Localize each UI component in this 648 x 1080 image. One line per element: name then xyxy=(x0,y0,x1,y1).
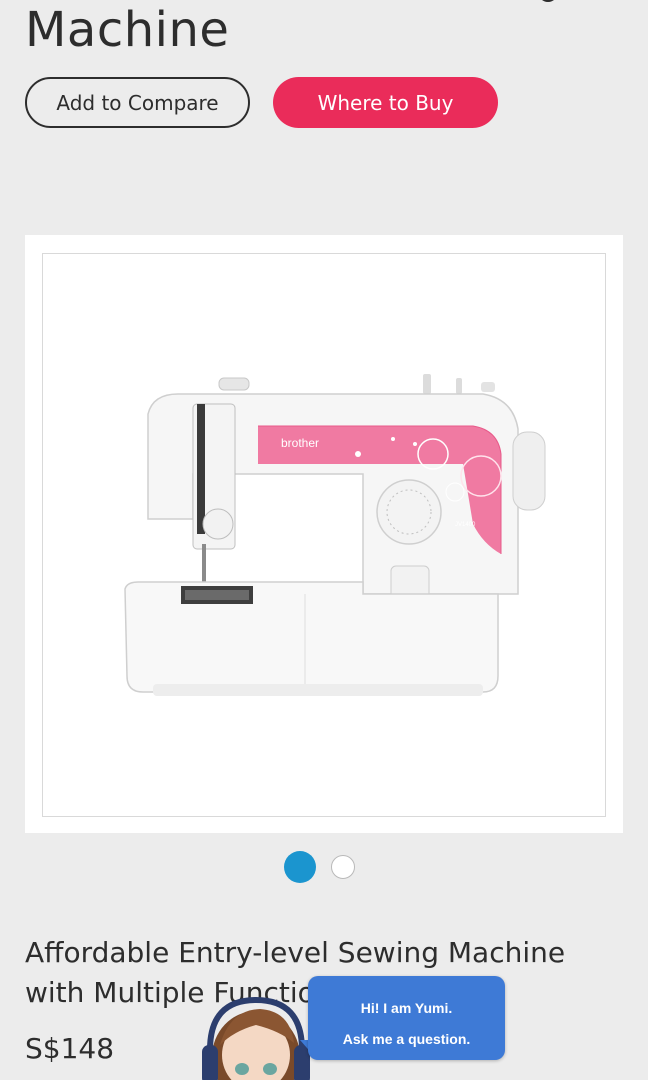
product-price: S$148 xyxy=(25,1032,115,1065)
title-overflow-glyph xyxy=(520,0,580,10)
page-title: Machine xyxy=(25,2,230,58)
add-to-compare-button[interactable]: Add to Compare xyxy=(25,77,250,128)
carousel-dot-1[interactable] xyxy=(284,851,316,883)
chat-prompt: Ask me a question. xyxy=(342,1031,471,1047)
sewing-machine-image: brother JV1400 xyxy=(124,374,546,696)
model-text: JV1400 xyxy=(455,522,476,528)
chat-bubble[interactable]: Hi! I am Yumi. Ask me a question. xyxy=(308,976,505,1060)
chat-assistant-avatar[interactable] xyxy=(190,995,320,1080)
carousel-dot-2[interactable] xyxy=(331,855,355,879)
chat-greeting: Hi! I am Yumi. xyxy=(360,1000,453,1016)
where-to-buy-button[interactable]: Where to Buy xyxy=(273,77,498,128)
brand-text: brother xyxy=(281,436,319,450)
product-gallery[interactable]: brother JV1400 xyxy=(25,235,623,833)
product-image-frame: brother JV1400 xyxy=(42,253,606,817)
